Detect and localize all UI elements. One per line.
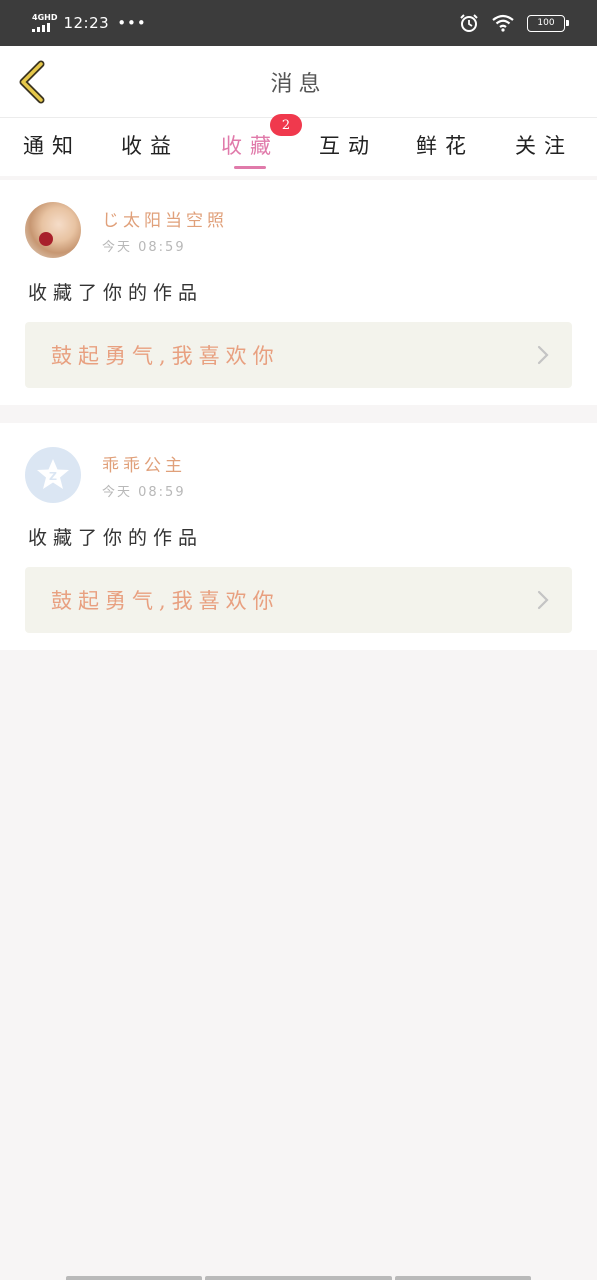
action-text: 收藏了你的作品 — [28, 282, 204, 304]
chevron-right-icon — [537, 345, 549, 365]
tab-interactions[interactable]: 互动 — [298, 118, 398, 176]
rose-decoration — [39, 232, 53, 246]
status-bar: 4GHD 12:23 ••• 100 — [0, 0, 597, 46]
timestamp: 今天 08:59 — [102, 240, 186, 255]
action-text: 收藏了你的作品 — [28, 527, 204, 549]
tab-bar: 通知 收益 收藏 2 互动 鲜花 关注 — [0, 114, 597, 176]
avatar[interactable] — [25, 202, 81, 258]
network-label: 4GHD — [32, 13, 58, 22]
default-avatar-icon: Z — [37, 459, 69, 489]
tab-follows[interactable]: 关注 — [494, 118, 594, 176]
nav-segment[interactable] — [395, 1276, 531, 1280]
battery-level: 100 — [537, 18, 555, 28]
more-notifications-icon: ••• — [117, 14, 147, 32]
chevron-right-icon — [537, 590, 549, 610]
tab-label: 互动 — [319, 134, 377, 158]
username[interactable]: じ太阳当空照 — [102, 206, 228, 231]
work-title: 鼓起勇气,我喜欢你 — [51, 344, 280, 368]
gesture-nav-bar[interactable] — [0, 1274, 597, 1280]
signal-icon — [32, 23, 50, 32]
status-time: 12:23 — [63, 14, 110, 32]
tab-flowers[interactable]: 鲜花 — [395, 118, 495, 176]
work-link[interactable]: 鼓起勇气,我喜欢你 — [25, 567, 572, 633]
tab-label: 鲜花 — [416, 134, 474, 158]
page-title: 消息 — [270, 72, 327, 97]
tab-label: 关注 — [515, 134, 573, 158]
tab-label: 通知 — [23, 134, 81, 158]
message-card: Z 乖乖公主 今天 08:59 收藏了你的作品 鼓起勇气,我喜欢你 — [0, 423, 597, 650]
wifi-icon — [492, 14, 514, 32]
network-indicator: 4GHD — [32, 14, 57, 32]
username[interactable]: 乖乖公主 — [102, 451, 186, 476]
nav-segment[interactable] — [66, 1276, 202, 1280]
avatar[interactable]: Z — [25, 447, 81, 503]
tab-label: 收藏 — [221, 134, 279, 158]
svg-text:Z: Z — [49, 470, 57, 483]
timestamp: 今天 08:59 — [102, 485, 186, 500]
work-title: 鼓起勇气,我喜欢你 — [51, 589, 280, 613]
status-right: 100 — [459, 13, 569, 33]
battery-icon: 100 — [527, 14, 569, 32]
tab-label: 收益 — [121, 134, 179, 158]
work-link[interactable]: 鼓起勇气,我喜欢你 — [25, 322, 572, 388]
active-tab-indicator — [234, 166, 266, 169]
tab-notifications[interactable]: 通知 — [2, 118, 102, 176]
status-left: 4GHD 12:23 ••• — [32, 14, 147, 32]
nav-segment[interactable] — [205, 1276, 392, 1280]
message-card: じ太阳当空照 今天 08:59 收藏了你的作品 鼓起勇气,我喜欢你 — [0, 180, 597, 405]
alarm-icon — [460, 14, 478, 32]
header: 消息 — [0, 46, 597, 118]
tab-favorites[interactable]: 收藏 2 — [200, 114, 302, 176]
tab-earnings[interactable]: 收益 — [100, 118, 200, 176]
